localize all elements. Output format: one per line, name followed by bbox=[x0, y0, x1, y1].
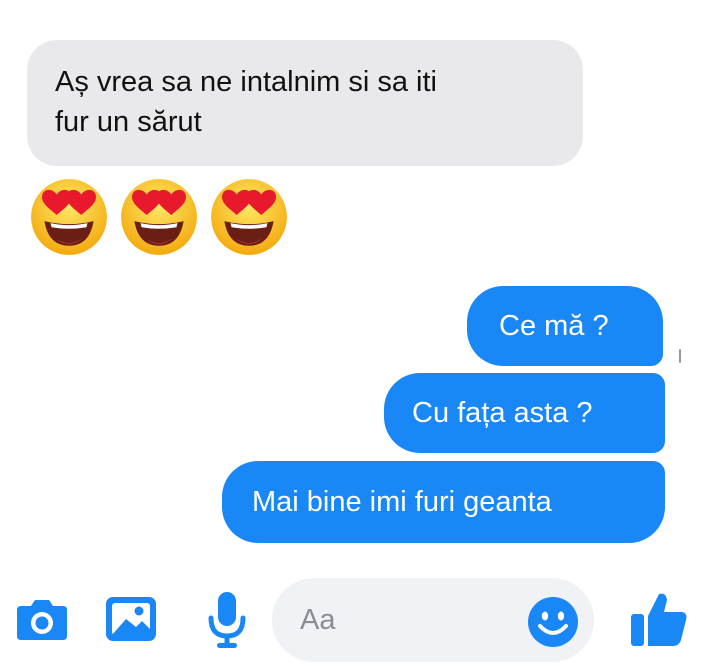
emoji-icon[interactable] bbox=[527, 596, 579, 648]
heart-eyes-emoji-icon bbox=[31, 179, 107, 255]
heart-eyes-emoji-icon bbox=[211, 179, 287, 255]
outgoing-message-text: Mai bine imi furi geanta bbox=[252, 486, 552, 518]
outgoing-message-text: Ce mă ? bbox=[499, 310, 609, 342]
outgoing-message-text: Cu fața asta ? bbox=[412, 397, 593, 429]
outgoing-message-bubble: Cu fața asta ? bbox=[384, 373, 665, 453]
emoji-message bbox=[28, 176, 290, 258]
heart-eyes-emoji-icon bbox=[121, 179, 197, 255]
incoming-message-line-2: fur un sărut bbox=[55, 106, 202, 138]
outgoing-message-bubble: Mai bine imi furi geanta bbox=[222, 461, 665, 543]
outgoing-message-bubble: Ce mă ? bbox=[467, 286, 663, 366]
microphone-icon[interactable] bbox=[207, 590, 247, 650]
incoming-message-bubble: Aș vrea sa ne intalnim si sa iti fur un … bbox=[27, 40, 583, 166]
scroll-indicator bbox=[679, 349, 681, 363]
incoming-message-line-1: Aș vrea sa ne intalnim si sa iti bbox=[55, 66, 437, 98]
image-icon[interactable] bbox=[104, 595, 158, 643]
composer-toolbar bbox=[0, 570, 720, 669]
thumbs-up-icon[interactable] bbox=[628, 588, 690, 650]
camera-icon[interactable] bbox=[15, 598, 69, 642]
